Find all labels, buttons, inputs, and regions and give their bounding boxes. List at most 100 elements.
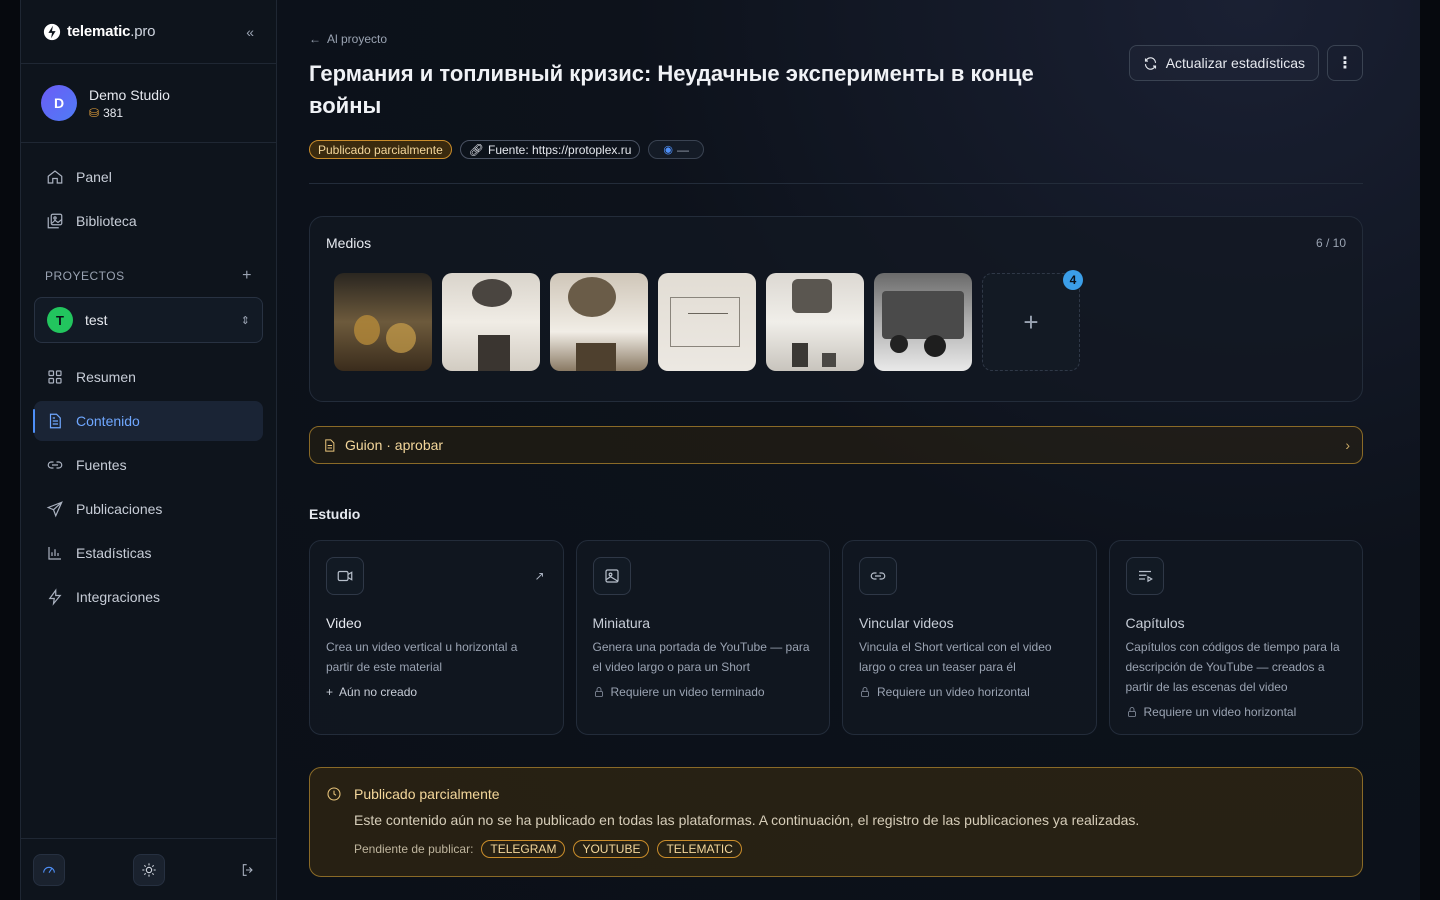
- refresh-stats-label: Actualizar estadísticas: [1165, 55, 1305, 71]
- tool-title: Capítulos: [1125, 615, 1185, 631]
- window-frame-right: [1420, 0, 1440, 900]
- tool-status-label: Aún no creado: [339, 685, 418, 699]
- logout-icon: [242, 863, 253, 876]
- projects-header: PROYECTOS +: [21, 245, 276, 297]
- gauge-icon: [43, 866, 55, 873]
- tool-title: Video: [326, 615, 362, 631]
- more-options-button[interactable]: ⋮: [1327, 45, 1363, 81]
- projects-header-label: PROYECTOS: [45, 269, 125, 283]
- sidebar-item-label: Fuentes: [76, 457, 127, 473]
- chapters-icon: [1125, 557, 1164, 595]
- sidebar-item-contenido[interactable]: Contenido: [33, 401, 263, 441]
- sidebar-item-label: Publicaciones: [76, 501, 163, 517]
- brand-bar: telematic.pro «: [21, 0, 276, 64]
- tool-card-capitulos[interactable]: Capítulos Capítulos con códigos de tiemp…: [1108, 540, 1363, 735]
- grid-icon: [48, 370, 62, 384]
- arrow-up-right-icon: ↗: [534, 569, 545, 583]
- sun-icon: [141, 862, 156, 877]
- tool-card-miniatura[interactable]: Miniatura Genera una portada de YouTube …: [575, 540, 830, 735]
- lock-icon: [594, 687, 603, 697]
- send-icon: [46, 501, 63, 518]
- refresh-icon: [1144, 56, 1156, 70]
- media-thumbnail[interactable]: [874, 273, 972, 371]
- studio-switcher[interactable]: D Demo Studio ⛁ 381: [21, 64, 276, 143]
- sidebar-item-biblioteca[interactable]: Biblioteca: [34, 201, 263, 241]
- publication-status-card: Publicado parcialmente Este contenido aú…: [309, 767, 1363, 877]
- sidebar-item-fuentes[interactable]: Fuentes: [34, 445, 263, 485]
- home-icon: [47, 170, 63, 184]
- add-media-button[interactable]: + 4: [982, 270, 1083, 371]
- tool-status: Requiere un video horizontal: [859, 685, 1080, 699]
- script-approve-bar[interactable]: Guion · aprobar ›: [309, 426, 1363, 464]
- media-thumbnail[interactable]: [334, 273, 432, 371]
- theme-toggle[interactable]: [132, 853, 165, 886]
- collapse-sidebar-icon[interactable]: «: [246, 24, 254, 40]
- sidebar-item-publicaciones[interactable]: Publicaciones: [34, 489, 263, 529]
- media-thumbnail[interactable]: [658, 273, 756, 371]
- project-name: test: [85, 312, 108, 328]
- media-thumbnail[interactable]: [550, 273, 648, 371]
- library-icon: [47, 213, 63, 229]
- video-icon: [326, 557, 364, 595]
- refresh-stats-button[interactable]: Actualizar estadísticas: [1128, 45, 1319, 81]
- studio-tools: ↗ Video Crea un video vertical u horizon…: [309, 540, 1363, 735]
- tool-status-label: Requiere un video terminado: [610, 685, 765, 699]
- avatar: D: [41, 85, 77, 121]
- tool-status: + Aún no creado: [326, 685, 547, 699]
- clock-icon: [327, 787, 341, 801]
- lock-icon: [861, 687, 869, 697]
- sidebar: telematic.pro « D Demo Studio ⛁ 381 Pane…: [20, 0, 277, 900]
- source-badge-label: Fuente: https://protoplex.ru: [487, 142, 632, 157]
- main-content: ← Al proyecto Германия и топливный кризи…: [277, 0, 1420, 900]
- views-badge: ◉ —: [648, 140, 705, 159]
- usage-button[interactable]: [33, 853, 65, 886]
- arrow-left-icon: ←: [309, 32, 321, 46]
- plus-icon: +: [1023, 306, 1039, 337]
- media-thumbnail[interactable]: [766, 273, 864, 371]
- chevron-right-icon: ›: [1345, 437, 1350, 453]
- source-badge[interactable]: 🔗︎ Fuente: https://protoplex.ru: [459, 140, 641, 159]
- sidebar-item-resumen[interactable]: Resumen: [34, 357, 263, 397]
- pending-platforms: Pendiente de publicar: TELEGRAM YOUTUBE …: [354, 840, 1346, 858]
- logo-icon: [43, 23, 61, 40]
- tool-description: Crea un video vertical u horizontal a pa…: [326, 640, 518, 674]
- sidebar-item-integraciones[interactable]: Integraciones: [34, 577, 263, 617]
- page-title: Германия и топливный кризис: Неудачные э…: [309, 61, 1034, 118]
- eye-icon: ◉: [663, 144, 674, 156]
- media-card: Medios 6 / 10 + 4: [309, 216, 1363, 402]
- tool-description: Capítulos con códigos de tiempo para la …: [1125, 640, 1340, 694]
- zap-icon: [48, 588, 62, 606]
- image-icon: [592, 557, 631, 595]
- platform-badge-telegram: TELEGRAM: [481, 840, 566, 858]
- project-avatar: T: [47, 307, 73, 333]
- coins-icon: ⛁: [89, 105, 100, 120]
- sidebar-item-label: Biblioteca: [76, 213, 137, 229]
- tool-card-vincular[interactable]: Vincular videos Vincula el Short vertica…: [842, 540, 1097, 735]
- sidebar-item-label: Resumen: [76, 369, 136, 385]
- credits-value: 381: [103, 105, 124, 120]
- tool-description: Genera una portada de YouTube — para el …: [592, 640, 810, 674]
- tool-status-label: Requiere un video horizontal: [1143, 705, 1297, 719]
- sidebar-footer: [21, 838, 276, 900]
- add-project-icon[interactable]: +: [242, 267, 252, 285]
- sidebar-item-estadisticas[interactable]: Estadísticas: [34, 533, 263, 573]
- back-link-label: Al proyecto: [327, 32, 388, 46]
- sidebar-item-panel[interactable]: Panel: [34, 157, 263, 197]
- nav-main: Panel Biblioteca: [21, 143, 276, 241]
- document-icon: [49, 413, 61, 429]
- plus-icon: +: [326, 685, 334, 699]
- media-thumbnails: + 4: [326, 270, 1346, 371]
- brand-name: telematic.pro: [67, 23, 156, 40]
- back-to-project-link[interactable]: ← Al proyecto: [309, 32, 1363, 46]
- tool-status: Requiere un video terminado: [593, 685, 814, 699]
- tool-status: Requiere un video horizontal: [1126, 705, 1347, 719]
- logout-button[interactable]: [232, 854, 264, 886]
- sidebar-item-label: Integraciones: [76, 589, 161, 605]
- tool-card-video[interactable]: ↗ Video Crea un video vertical u horizon…: [309, 540, 564, 735]
- brand-logo-link[interactable]: telematic.pro: [43, 23, 155, 41]
- project-selector[interactable]: T test ⇕: [34, 297, 263, 343]
- nav-project: Resumen Contenido Fuentes Publicaciones …: [21, 351, 276, 617]
- pending-media-badge: 4: [1063, 270, 1083, 290]
- media-thumbnail[interactable]: [442, 273, 540, 371]
- publication-text: Este contenido aún no se ha publicado en…: [354, 812, 1140, 828]
